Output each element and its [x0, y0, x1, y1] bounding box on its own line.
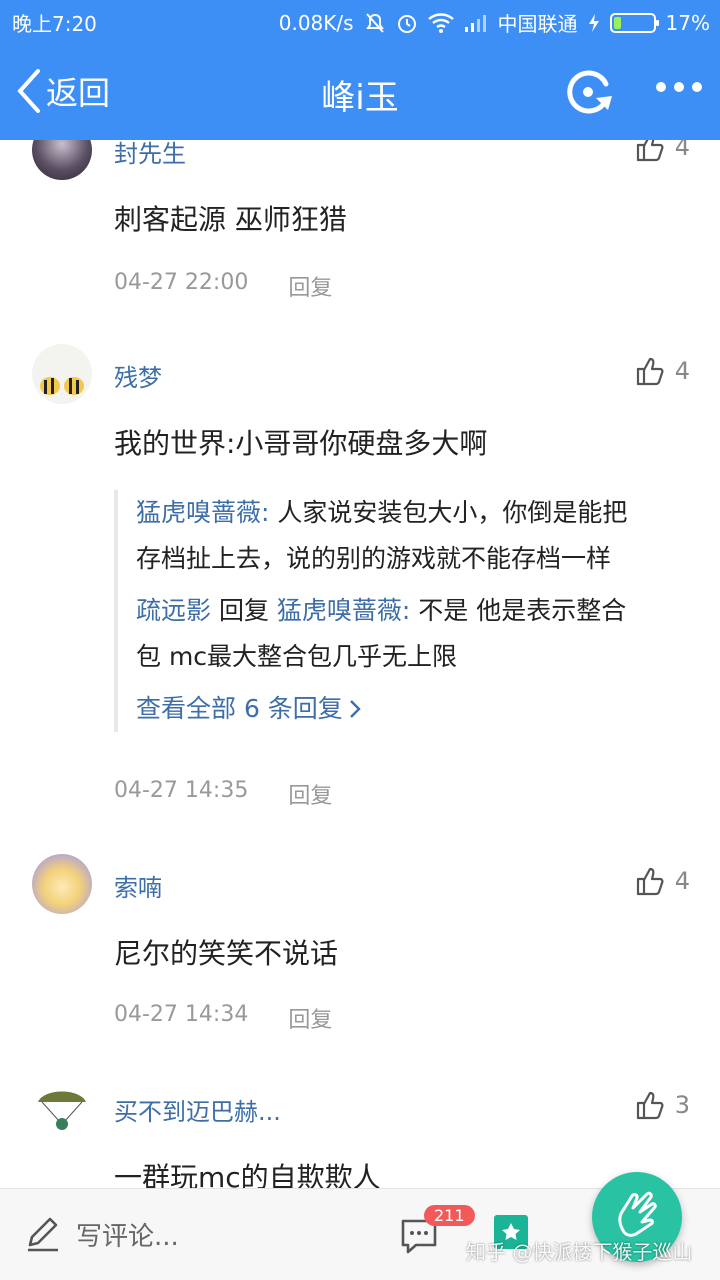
like-count: 4 [674, 357, 690, 385]
reply-author[interactable]: 疏远影 [136, 596, 211, 625]
comment-list[interactable]: 封先生 4 刺客起源 巫师狂猎 04-27 22:00 回复 残梦 4 我的世界… [0, 140, 720, 1188]
avatar[interactable] [32, 344, 92, 404]
like-button[interactable]: 4 [635, 356, 690, 386]
avatar[interactable] [32, 1078, 92, 1138]
see-all-replies-link[interactable]: 查看全部 6 条回复 [136, 686, 694, 732]
mute-icon [365, 12, 384, 33]
more-dot-icon [692, 82, 702, 92]
comment-count-badge: 211 [424, 1205, 475, 1226]
thumbs-up-icon [636, 867, 664, 896]
comment-author[interactable]: 残梦 [114, 358, 162, 393]
avatar[interactable] [32, 854, 92, 914]
comment-author[interactable]: 索喃 [114, 868, 162, 903]
thumbs-up-icon [636, 357, 664, 386]
comment-text: 尼尔的笑笑不说话 [114, 937, 339, 970]
reply-target[interactable]: 猛虎嗅蔷薇: [277, 596, 410, 625]
write-comment-placeholder: 写评论... [76, 1221, 179, 1252]
like-button[interactable]: 3 [635, 1090, 690, 1120]
reply-connector: 回复 [211, 596, 277, 625]
pencil-icon [28, 1217, 58, 1252]
battery-percent: 17% [665, 10, 710, 35]
reply-text: 存档扯上去，说的别的游戏就不能存档一样 [136, 544, 612, 573]
more-dot-icon [656, 82, 666, 92]
parachute-avatar-icon [38, 1091, 86, 1130]
carrier-name: 中国联通 [497, 12, 578, 36]
like-button[interactable]: 4 [635, 140, 690, 162]
reply-text: 不是 他是表示整合 [410, 596, 627, 625]
signal-icon [464, 14, 486, 32]
network-speed: 0.08K/s [278, 10, 354, 35]
nav-bar: 返回 峰i玉 [0, 40, 720, 140]
watermark-text: 知乎 @快派楼下猴子巡山 [466, 1240, 693, 1264]
bee-avatar-icon [40, 377, 84, 395]
reply-button[interactable]: 回复 [288, 1002, 332, 1034]
comment-time: 04-27 14:35 [114, 778, 249, 803]
charging-icon [588, 13, 599, 32]
write-comment-input[interactable]: 写评论... [24, 1215, 179, 1253]
reply-author[interactable]: 猛虎嗅蔷薇: [136, 498, 269, 527]
reply-text: 包 mc最大整合包几乎无上限 [136, 642, 458, 671]
comment-author[interactable]: 买不到迈巴赫... [114, 1092, 281, 1127]
like-count: 4 [674, 867, 690, 895]
more-button[interactable] [656, 82, 702, 92]
comment-author[interactable]: 封先生 [114, 140, 186, 169]
like-count: 4 [674, 140, 690, 161]
battery-icon [609, 12, 659, 33]
like-count: 3 [674, 1091, 690, 1119]
more-dot-icon [674, 82, 684, 92]
comment-text: 我的世界:小哥哥你硬盘多大啊 [114, 427, 488, 460]
alarm-icon [397, 14, 416, 33]
avatar[interactable] [32, 140, 92, 180]
reply-text: 人家说安装包大小，你倒是能把 [269, 498, 628, 527]
reply-item[interactable]: 猛虎嗅蔷薇: 人家说安装包大小，你倒是能把 存档扯上去，说的别的游戏就不能存档一… [136, 490, 694, 582]
comment-text: 刺客起源 巫师狂猎 [114, 203, 347, 236]
see-all-label: 查看全部 6 条回复 [136, 694, 343, 723]
chevron-right-icon [349, 700, 361, 718]
thumbs-up-icon [636, 140, 664, 162]
reply-item[interactable]: 疏远影 回复 猛虎嗅蔷薇: 不是 他是表示整合 包 mc最大整合包几乎无上限 [136, 588, 694, 680]
like-button[interactable]: 4 [635, 866, 690, 896]
comment-time: 04-27 22:00 [114, 270, 249, 295]
reply-button[interactable]: 回复 [288, 270, 332, 302]
refresh-icon[interactable] [562, 64, 618, 120]
comment-text: 一群玩mc的自欺欺人 [114, 1161, 381, 1188]
comment-time: 04-27 14:34 [114, 1002, 249, 1027]
thumbs-up-icon [636, 1091, 664, 1120]
status-time: 晚上7:20 [12, 12, 97, 36]
reply-thread: 猛虎嗅蔷薇: 人家说安装包大小，你倒是能把 存档扯上去，说的别的游戏就不能存档一… [114, 490, 694, 732]
reply-button[interactable]: 回复 [288, 778, 332, 810]
status-bar: 晚上7:20 0.08K/s 中国联通 17% [0, 0, 720, 40]
wifi-icon [427, 12, 454, 33]
